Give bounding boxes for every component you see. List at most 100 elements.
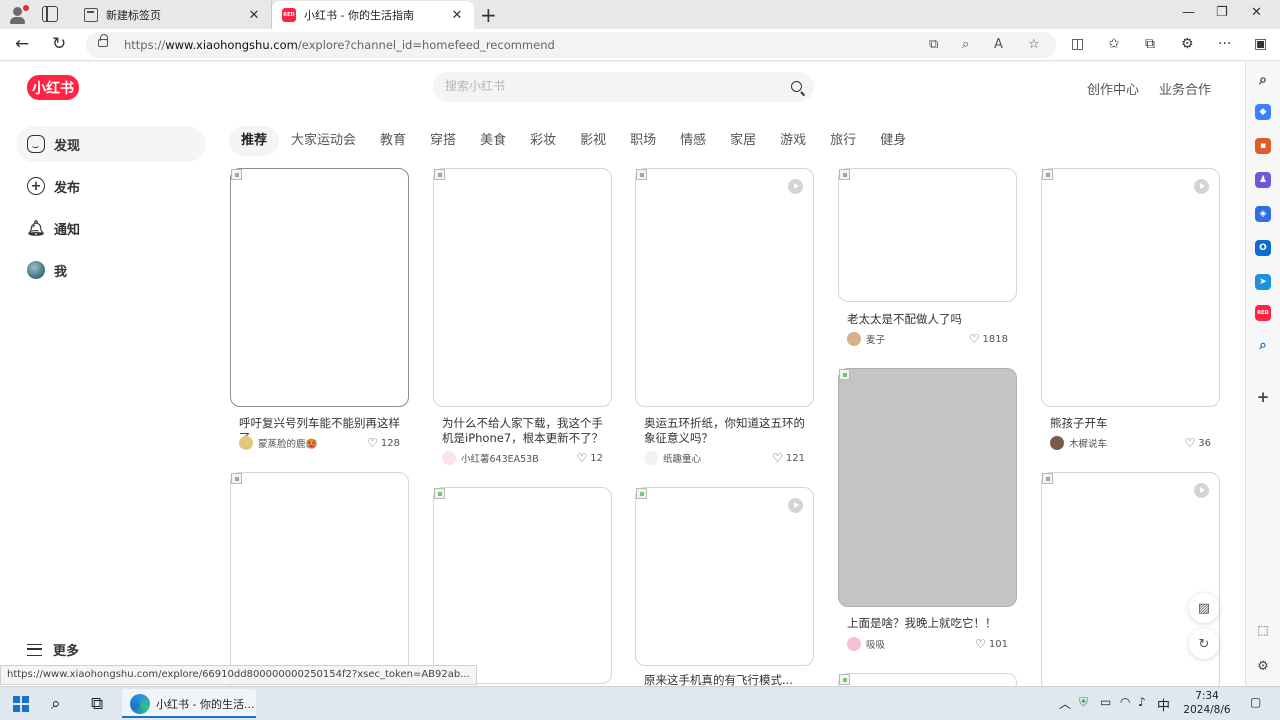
start-button[interactable] — [13, 696, 29, 712]
tag-icon[interactable]: ◆ — [1255, 104, 1271, 120]
search-icon[interactable]: ⌕ — [1255, 72, 1271, 88]
feed-card[interactable]: 呼吁复兴号列车能不能别再这样了 蒙蒸脸的鹿🥵 ♡128 — [230, 168, 409, 458]
card-image[interactable] — [838, 673, 1017, 686]
minimize-icon[interactable]: — — [1182, 5, 1195, 20]
collections-icon[interactable]: ⧉ — [1145, 36, 1155, 52]
close-icon[interactable]: ✕ — [247, 8, 261, 23]
feed-card[interactable] — [230, 472, 409, 686]
briefcase-icon[interactable]: ▪ — [1255, 138, 1271, 154]
like-button[interactable]: ♡ 1818 — [969, 332, 1008, 346]
xiaohongshu-logo[interactable]: 小红书 — [27, 75, 79, 100]
zoom-icon[interactable]: ⌕ — [962, 37, 969, 52]
feed-card[interactable] — [838, 673, 1017, 686]
search-icon[interactable]: ⌕ — [51, 694, 61, 714]
card-author[interactable]: 麦子 — [847, 332, 885, 346]
lock-icon[interactable] — [98, 34, 108, 47]
card-author[interactable]: 纸趣童心 — [644, 451, 701, 465]
settings-icon[interactable]: ⚙ — [1255, 658, 1271, 674]
tab-actions-icon[interactable] — [42, 6, 58, 22]
favorite-star-icon[interactable]: ☆ — [1028, 37, 1040, 52]
business-link[interactable]: 业务合作 — [1159, 79, 1211, 98]
sidebar-toggle-icon[interactable]: ▣ — [1254, 36, 1267, 52]
open-app-icon[interactable]: ⧉ — [929, 37, 938, 52]
image-search-button[interactable]: ▨ — [1189, 593, 1219, 623]
sidebar-more[interactable]: 更多 — [27, 640, 79, 659]
close-icon[interactable]: ✕ — [450, 8, 464, 23]
ime-indicator[interactable]: 中 — [1157, 695, 1170, 714]
search-icon[interactable] — [791, 81, 802, 92]
card-image[interactable] — [1041, 168, 1220, 407]
tab-channel[interactable]: 游戏 — [768, 126, 818, 156]
card-image[interactable] — [838, 368, 1017, 607]
notification-icon[interactable]: ▢ — [1250, 695, 1261, 709]
taskbar-app-edge[interactable]: 小红书 - 你的生活... — [122, 689, 256, 718]
extensions-icon[interactable]: ⚙ — [1181, 36, 1194, 52]
tab-channel[interactable]: 穿搭 — [418, 126, 468, 156]
screenshot-icon[interactable]: ⬚ — [1255, 622, 1271, 638]
sidebar-item-publish[interactable]: + 发布 — [16, 168, 206, 204]
card-image[interactable] — [433, 487, 612, 684]
search-bar[interactable] — [433, 72, 814, 102]
like-button[interactable]: ♡ 128 — [367, 436, 400, 450]
games-icon[interactable]: ♟ — [1255, 172, 1271, 188]
url-field[interactable]: https://www.xiaohongshu.com/explore?chan… — [86, 32, 1056, 58]
tab-channel[interactable]: 影视 — [568, 126, 618, 156]
card-image[interactable] — [838, 168, 1017, 302]
clock[interactable]: 7:34 2024/8/6 — [1182, 689, 1232, 717]
feed-card[interactable]: 熊孩子开车 木樨说车 ♡ 36 — [1041, 168, 1220, 458]
tab-new-tab[interactable]: 新建标签页 ✕ — [74, 1, 272, 29]
security-icon[interactable]: ⛨ — [1079, 695, 1088, 710]
tab-channel[interactable]: 大家运动会 — [279, 126, 368, 156]
feed-card[interactable]: 原来这手机真的有飞行模式... — [635, 487, 814, 686]
card-image[interactable] — [230, 168, 409, 407]
tab-channel[interactable]: 健身 — [868, 126, 918, 156]
sidebar-item-discover[interactable]: 发现 — [16, 126, 206, 162]
tab-channel[interactable]: 家居 — [718, 126, 768, 156]
xiaohongshu-icon[interactable]: RED — [1255, 305, 1271, 321]
search-icon[interactable]: ⌕ — [1255, 337, 1271, 353]
tab-channel[interactable]: 旅行 — [818, 126, 868, 156]
sidebar-item-me[interactable]: 我 — [16, 252, 206, 288]
profile-icon[interactable] — [8, 5, 29, 25]
read-aloud-icon[interactable]: A — [994, 37, 1003, 52]
refresh-icon[interactable]: ↻ — [52, 34, 66, 54]
feed-card[interactable]: 上面是啥？我晚上就吃它！！ 吸吸 ♡ 101 — [838, 368, 1017, 654]
tab-channel[interactable]: 美食 — [468, 126, 518, 156]
card-author[interactable]: 吸吸 — [847, 637, 885, 651]
card-image[interactable] — [433, 168, 612, 407]
card-author[interactable]: 蒙蒸脸的鹿🥵 — [239, 436, 317, 450]
tab-channel[interactable]: 教育 — [368, 126, 418, 156]
battery-icon[interactable]: ▭ — [1100, 695, 1111, 709]
card-image[interactable] — [635, 168, 814, 407]
tab-channel[interactable]: 彩妆 — [518, 126, 568, 156]
feed-card[interactable]: 奥运五环折纸，你知道这五环的象征意义吗？ 纸趣童心 ♡ 121 — [635, 168, 814, 473]
copilot-icon[interactable]: ◈ — [1255, 206, 1271, 222]
tab-channel[interactable]: 职场 — [618, 126, 668, 156]
chevron-up-icon[interactable]: ︿ — [1059, 695, 1071, 712]
card-author[interactable]: 小红薯643EA53B — [442, 451, 539, 465]
card-image[interactable] — [635, 487, 814, 666]
card-title[interactable]: 奥运五环折纸，你知道这五环的象征意义吗？ — [644, 416, 806, 446]
tab-channel[interactable]: 情感 — [668, 126, 718, 156]
card-title[interactable]: 为什么不给人家下载，我这个手机是iPhone7，根本更新不了？怎... — [442, 416, 604, 446]
volume-icon[interactable]: ♪ — [1138, 695, 1146, 709]
refresh-feed-button[interactable]: ↻ — [1189, 629, 1219, 659]
sidebar-item-notifications[interactable]: 🔔︎ 通知 — [16, 210, 206, 246]
tab-recommend[interactable]: 推荐 — [229, 126, 280, 156]
add-icon[interactable]: + — [1255, 388, 1271, 406]
url-text[interactable]: https://www.xiaohongshu.com/explore?chan… — [124, 38, 555, 52]
close-window-icon[interactable]: ✕ — [1251, 5, 1262, 20]
search-input[interactable] — [445, 79, 765, 93]
card-title[interactable]: 原来这手机真的有飞行模式... — [644, 673, 806, 686]
like-button[interactable]: ♡ 121 — [772, 451, 805, 465]
feed-card[interactable]: 老太太是不配做人了吗 麦子 ♡ 1818 — [838, 168, 1017, 348]
feed-card[interactable]: 为什么不给人家下载，我这个手机是iPhone7，根本更新不了？怎... 小红薯6… — [433, 168, 612, 473]
creator-center-link[interactable]: 创作中心 — [1087, 79, 1139, 98]
like-button[interactable]: ♡ 101 — [975, 637, 1008, 651]
card-title[interactable]: 熊孩子开车 — [1050, 416, 1212, 431]
wifi-icon[interactable]: ◠ — [1120, 695, 1130, 709]
card-author[interactable]: 木樨说车 — [1050, 436, 1107, 450]
card-title[interactable]: 老太太是不配做人了吗 — [847, 312, 1009, 327]
maximize-icon[interactable]: ❐ — [1216, 5, 1228, 20]
like-button[interactable]: ♡ 36 — [1185, 436, 1212, 450]
